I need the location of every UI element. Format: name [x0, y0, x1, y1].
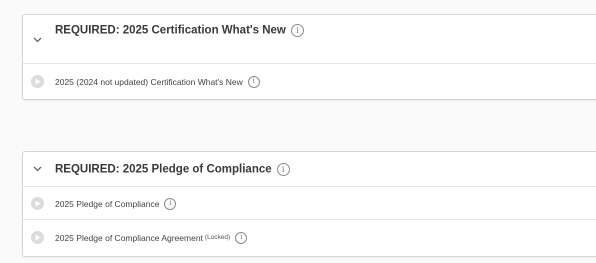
- play-circle-icon: [31, 231, 44, 244]
- info-icon[interactable]: i: [235, 231, 248, 244]
- list-item[interactable]: 2025 (2024 not updated) Certification Wh…: [23, 63, 596, 99]
- item-title[interactable]: 2025 (2024 not updated) Certification Wh…: [55, 77, 243, 87]
- course-outline: REQUIRED: 2025 Certification What's New i…: [0, 0, 596, 263]
- play-circle-icon: [31, 75, 44, 88]
- item-title[interactable]: 2025 Pledge of Compliance Agreement: [55, 233, 203, 243]
- info-icon[interactable]: i: [290, 24, 304, 37]
- section-title-text: REQUIRED: 2025 Pledge of Compliance: [55, 163, 272, 176]
- chevron-down-icon[interactable]: [31, 163, 43, 175]
- section-title: REQUIRED: 2025 Pledge of Compliance i: [55, 163, 290, 176]
- locked-badge: (Locked): [204, 234, 231, 241]
- play-circle-icon: [31, 197, 44, 210]
- section-certification-whats-new: REQUIRED: 2025 Certification What's New i…: [22, 14, 596, 100]
- list-item-label[interactable]: 2025 (2024 not updated) Certification Wh…: [55, 75, 260, 88]
- info-icon[interactable]: i: [247, 75, 260, 88]
- list-item[interactable]: 2025 Pledge of Compliance i: [23, 186, 596, 220]
- info-icon[interactable]: i: [276, 163, 290, 176]
- section-title-text: REQUIRED: 2025 Certification What's New: [55, 24, 286, 37]
- section-pledge-of-compliance: REQUIRED: 2025 Pledge of Compliance i 202…: [22, 151, 596, 257]
- list-item-label[interactable]: 2025 Pledge of Compliance Agreement (Loc…: [55, 231, 248, 244]
- section-header[interactable]: REQUIRED: 2025 Pledge of Compliance i: [23, 152, 596, 186]
- item-title[interactable]: 2025 Pledge of Compliance: [55, 199, 159, 209]
- chevron-down-icon[interactable]: [31, 34, 43, 46]
- list-item[interactable]: 2025 Pledge of Compliance Agreement (Loc…: [23, 219, 596, 255]
- section-title: REQUIRED: 2025 Certification What's New i: [55, 24, 304, 37]
- list-item-label[interactable]: 2025 Pledge of Compliance i: [55, 197, 177, 210]
- info-icon[interactable]: i: [164, 197, 177, 210]
- section-header[interactable]: REQUIRED: 2025 Certification What's New i: [23, 15, 596, 61]
